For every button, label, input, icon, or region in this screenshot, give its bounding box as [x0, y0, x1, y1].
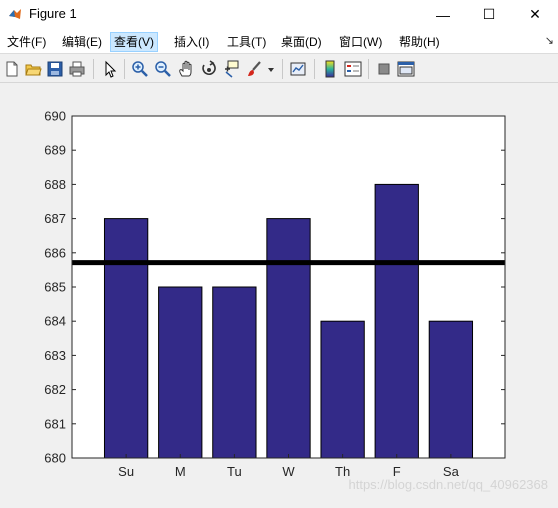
insert-colorbar-icon[interactable]: [321, 60, 339, 78]
y-tick-label: 680: [44, 451, 66, 466]
y-tick-label: 681: [44, 416, 66, 431]
open-file-icon[interactable]: [24, 60, 42, 78]
menu-help[interactable]: 帮助(H): [396, 32, 443, 52]
menu-bar: 文件(F) 编辑(E) 查看(V) 插入(I) 工具(T) 桌面(D) 窗口(W…: [0, 29, 558, 54]
minimize-icon: —: [436, 6, 450, 23]
menu-window[interactable]: 窗口(W): [336, 32, 385, 52]
bar-chart[interactable]: Su M Tu W Th F Sa68068168268368468568668768868…: [0, 84, 558, 503]
menu-edit[interactable]: 编辑(E): [59, 32, 105, 52]
maximize-icon: ☐: [482, 6, 496, 22]
show-plot-tools-icon[interactable]: [397, 60, 415, 78]
brush-icon[interactable]: [246, 60, 264, 78]
close-icon: ✕: [529, 6, 541, 22]
bar-M[interactable]: [158, 286, 203, 459]
bar-Tu[interactable]: [212, 286, 257, 459]
pan-hand-icon[interactable]: [177, 60, 195, 78]
bar-Sa[interactable]: [428, 320, 474, 459]
y-tick-label: 684: [44, 314, 66, 329]
matlab-logo-icon: [9, 9, 21, 19]
link-plot-icon[interactable]: [289, 60, 307, 78]
toolbar-separator: [368, 59, 369, 79]
watermark-text: https://blog.csdn.net/qq_40962368: [349, 477, 549, 492]
x-tick-label: W: [282, 464, 295, 479]
minimize-button[interactable]: —: [420, 0, 466, 29]
figure-toolbar: [0, 55, 558, 83]
figure-canvas: Su M Tu W Th F Sa 680 681 682 683 684 685 686 687 688 68…: [0, 84, 558, 503]
rotate-3d-icon[interactable]: [200, 60, 218, 78]
x-tick-label: M: [175, 464, 186, 479]
toolbar-separator: [124, 59, 125, 79]
toolbar-separator: [314, 59, 315, 79]
toolbar-overflow-icon[interactable]: ↘: [545, 34, 554, 47]
menu-insert[interactable]: 插入(I): [171, 32, 212, 52]
print-icon[interactable]: [68, 60, 86, 78]
insert-legend-icon[interactable]: [344, 60, 362, 78]
y-tick-label: 683: [44, 348, 66, 363]
y-tick-label: 689: [44, 143, 66, 158]
toolbar-separator: [93, 59, 94, 79]
maximize-button[interactable]: ☐: [466, 0, 512, 29]
bar-F[interactable]: [374, 183, 419, 459]
x-tick-label: Tu: [227, 464, 242, 479]
x-tick-label: Su: [118, 464, 134, 479]
window-title-bar: Figure 1 — ☐ ✕: [0, 0, 558, 29]
bar-W[interactable]: [266, 218, 311, 459]
menu-desktop[interactable]: 桌面(D): [278, 32, 325, 52]
save-icon[interactable]: [46, 60, 64, 78]
select-arrow-icon[interactable]: [101, 60, 119, 78]
brush-dropdown-icon[interactable]: [266, 60, 276, 78]
window-title: Figure 1: [29, 6, 77, 21]
y-tick-label: 686: [44, 245, 66, 260]
y-tick-label: 685: [44, 280, 66, 295]
hide-plot-tools-icon[interactable]: [375, 60, 393, 78]
new-figure-icon[interactable]: [3, 60, 21, 78]
close-button[interactable]: ✕: [512, 0, 558, 29]
bar-Th[interactable]: [320, 320, 365, 459]
y-tick-label: 688: [44, 177, 66, 192]
zoom-in-icon[interactable]: [131, 60, 149, 78]
menu-tools[interactable]: 工具(T): [224, 32, 269, 52]
zoom-out-icon[interactable]: [154, 60, 172, 78]
y-tick-label: 690: [44, 109, 66, 124]
menu-file[interactable]: 文件(F): [4, 32, 49, 52]
y-tick-label: 682: [44, 382, 66, 397]
menu-view[interactable]: 查看(V): [110, 32, 158, 52]
y-tick-label: 687: [44, 211, 66, 226]
bar-Su[interactable]: [103, 218, 149, 459]
data-cursor-icon[interactable]: [222, 60, 240, 78]
toolbar-separator: [282, 59, 283, 79]
